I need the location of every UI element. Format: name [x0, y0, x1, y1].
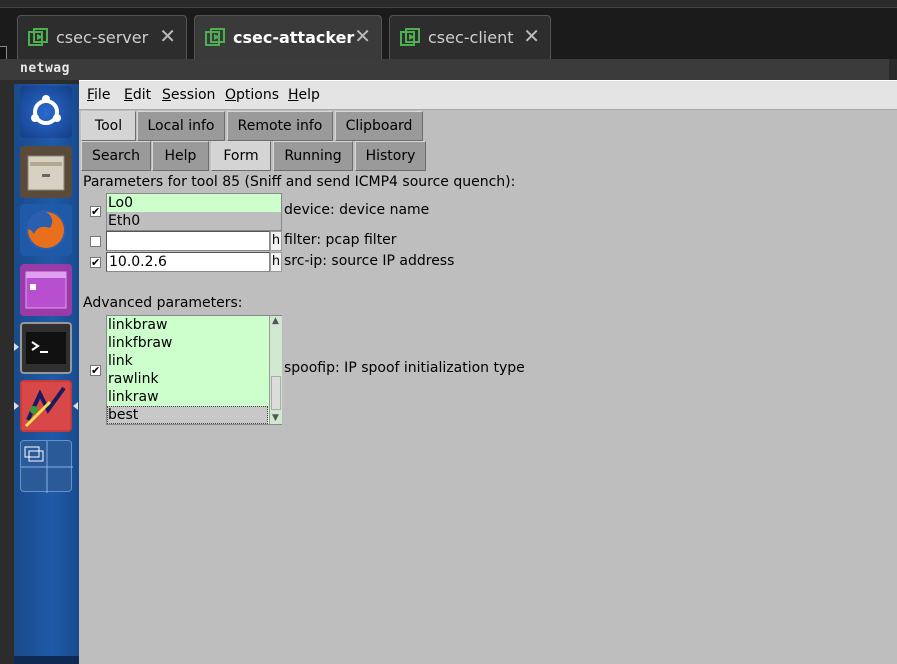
running-indicator	[14, 343, 19, 351]
terminal-tab-csec-client[interactable]: csec-client ✕	[389, 15, 551, 59]
menu-options[interactable]: Options	[225, 87, 279, 103]
list-item-selected[interactable]: best	[107, 406, 268, 424]
firefox-icon[interactable]	[20, 204, 72, 256]
srcip-checkbox[interactable]: ✔	[90, 257, 101, 268]
srcip-label: src-ip: source IP address	[284, 253, 455, 269]
running-indicator	[14, 402, 19, 410]
filter-label: filter: pcap filter	[284, 232, 397, 248]
netwag-icon[interactable]	[20, 380, 72, 432]
tab-tool[interactable]: Tool	[81, 111, 136, 141]
menu-session[interactable]: Session	[162, 87, 215, 103]
list-item[interactable]: linkfbraw	[107, 334, 281, 352]
terminal-icon[interactable]	[20, 322, 72, 374]
list-item[interactable]: Lo0	[107, 194, 281, 212]
list-item[interactable]: linkbraw	[107, 316, 281, 334]
sub-tab-row: Search Help Form Running History	[79, 141, 897, 173]
spoofip-checkbox[interactable]: ✔	[90, 365, 101, 376]
top-strip	[0, 0, 897, 8]
scroll-thumb[interactable]	[271, 376, 281, 410]
ubuntu-dash-icon[interactable]	[20, 86, 72, 138]
filter-checkbox[interactable]	[90, 236, 101, 247]
device-listbox[interactable]: Lo0 Eth0	[106, 193, 282, 231]
launcher-bottom	[14, 656, 79, 664]
terminal-tab-csec-attacker[interactable]: csec-attacker ✕	[194, 15, 382, 59]
form-panel: Parameters for tool 85 (Sniff and send I…	[79, 172, 897, 664]
netwag-app: File Edit Session Options Help Tool Loca…	[79, 80, 897, 664]
scroll-up-icon[interactable]: ▲	[272, 317, 280, 326]
window-title: netwag	[20, 61, 70, 76]
terminal-tab-label: csec-client	[428, 28, 514, 47]
srcip-help-button[interactable]: h	[270, 252, 282, 272]
tab-local-info[interactable]: Local info	[137, 111, 225, 141]
advanced-heading: Advanced parameters:	[83, 295, 243, 311]
filter-help-button[interactable]: h	[270, 231, 282, 251]
device-checkbox[interactable]: ✔	[90, 206, 101, 217]
tab-form[interactable]: Form	[211, 141, 271, 171]
menu-file[interactable]: File	[87, 87, 110, 103]
list-item[interactable]: linkraw	[107, 388, 281, 406]
terminal-tab-label: csec-attacker	[233, 28, 355, 47]
close-icon[interactable]: ✕	[523, 26, 540, 46]
spoofip-label: spoofip: IP spoof initialization type	[284, 360, 525, 376]
form-heading: Parameters for tool 85 (Sniff and send I…	[83, 174, 516, 190]
spoofip-listbox[interactable]: linkbraw linkfbraw link rawlink linkraw …	[106, 315, 282, 425]
main-tab-row: Tool Local info Remote info Clipboard	[79, 111, 897, 143]
window-edge	[889, 59, 897, 80]
menu-edit[interactable]: Edit	[124, 87, 151, 103]
menu-help[interactable]: Help	[288, 87, 320, 103]
terminal-tab-icon	[400, 28, 420, 46]
device-label: device: device name	[284, 202, 430, 218]
active-indicator	[73, 402, 78, 410]
tab-clipboard[interactable]: Clipboard	[335, 111, 423, 141]
launcher	[0, 80, 79, 664]
window-app-icon[interactable]	[20, 264, 72, 316]
srcip-input[interactable]: 10.0.2.6	[106, 252, 270, 272]
tab-history[interactable]: History	[355, 141, 426, 171]
terminal-tab-label: csec-server	[56, 28, 149, 47]
close-icon[interactable]: ✕	[159, 26, 176, 46]
menubar: File Edit Session Options Help	[79, 80, 897, 110]
list-item[interactable]: Eth0	[107, 212, 281, 230]
tab-help[interactable]: Help	[152, 141, 209, 171]
terminal-tab-icon	[28, 28, 48, 46]
terminal-tab-icon	[205, 28, 225, 46]
list-item[interactable]: rawlink	[107, 370, 281, 388]
scroll-down-icon[interactable]: ▼	[272, 414, 280, 423]
close-icon[interactable]: ✕	[354, 26, 371, 46]
window-title-bar: netwag	[0, 59, 897, 80]
tab-search[interactable]: Search	[81, 141, 151, 171]
list-item[interactable]: link	[107, 352, 281, 370]
files-icon[interactable]	[20, 146, 72, 198]
tab-running[interactable]: Running	[273, 141, 353, 171]
workspace-switcher-icon[interactable]	[20, 440, 73, 493]
terminal-tab-csec-server[interactable]: csec-server ✕	[17, 15, 187, 59]
terminal-tab-bar: csec-server ✕ csec-attacker ✕ csec-clien…	[0, 0, 897, 68]
spoofip-scrollbar[interactable]: ▲ ▼	[269, 316, 282, 424]
filter-input[interactable]	[106, 231, 270, 251]
tab-remote-info[interactable]: Remote info	[227, 111, 333, 141]
